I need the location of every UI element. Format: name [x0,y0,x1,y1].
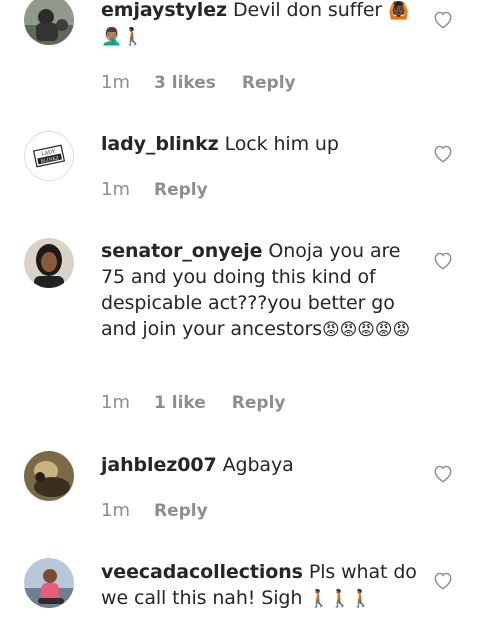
avatar[interactable]: LADY BLINKZ [24,131,74,181]
likes-count[interactable]: 1 like [154,393,206,413]
comment-body: Lock him up [224,133,339,155]
timestamp: 1m [101,72,130,93]
comment-text: veecadacollections Pls what do we call th… [101,559,419,612]
avatar[interactable] [24,451,74,501]
emoji: 🙆🏿 [388,1,410,21]
heart-outline-icon[interactable] [432,143,454,163]
reply-button[interactable]: Reply [154,180,208,200]
timestamp: 1m [101,392,130,413]
comment-text: senator_onyeje Onoja you are 75 and you d… [101,238,419,343]
username-link[interactable]: emjaystylez [101,0,227,21]
avatar[interactable] [24,0,74,45]
comment-text: jahblez007 Agbaya [101,452,419,478]
avatar[interactable] [24,558,74,608]
username-link[interactable]: jahblez007 [101,454,217,476]
emoji: 🚶🏾🚶🏾🚶🏾 [308,589,372,609]
comment-text: lady_blinkz Lock him up [101,131,419,157]
timestamp: 1m [101,500,130,521]
emoji-line: 🤦🏽‍♂️🚶🏿 [101,27,144,47]
emoji: 😡😡😡😡😡 [322,320,411,340]
reply-button[interactable]: Reply [242,73,296,93]
comment-body: Agbaya [222,454,294,476]
heart-outline-icon[interactable] [432,570,454,590]
heart-outline-icon[interactable] [432,463,454,483]
reply-button[interactable]: Reply [232,393,286,413]
username-link[interactable]: lady_blinkz [101,133,219,155]
username-link[interactable]: veecadacollections [101,561,303,583]
comment-text: emjaystylez Devil don suffer 🙆🏿 [101,0,419,24]
avatar[interactable] [24,238,74,288]
reply-button[interactable]: Reply [154,501,208,521]
username-link[interactable]: senator_onyeje [101,240,263,262]
comment-body: Devil don suffer [232,0,383,21]
heart-outline-icon[interactable] [432,250,454,270]
timestamp: 1m [101,179,130,200]
heart-outline-icon[interactable] [432,9,454,29]
likes-count[interactable]: 3 likes [154,73,216,93]
